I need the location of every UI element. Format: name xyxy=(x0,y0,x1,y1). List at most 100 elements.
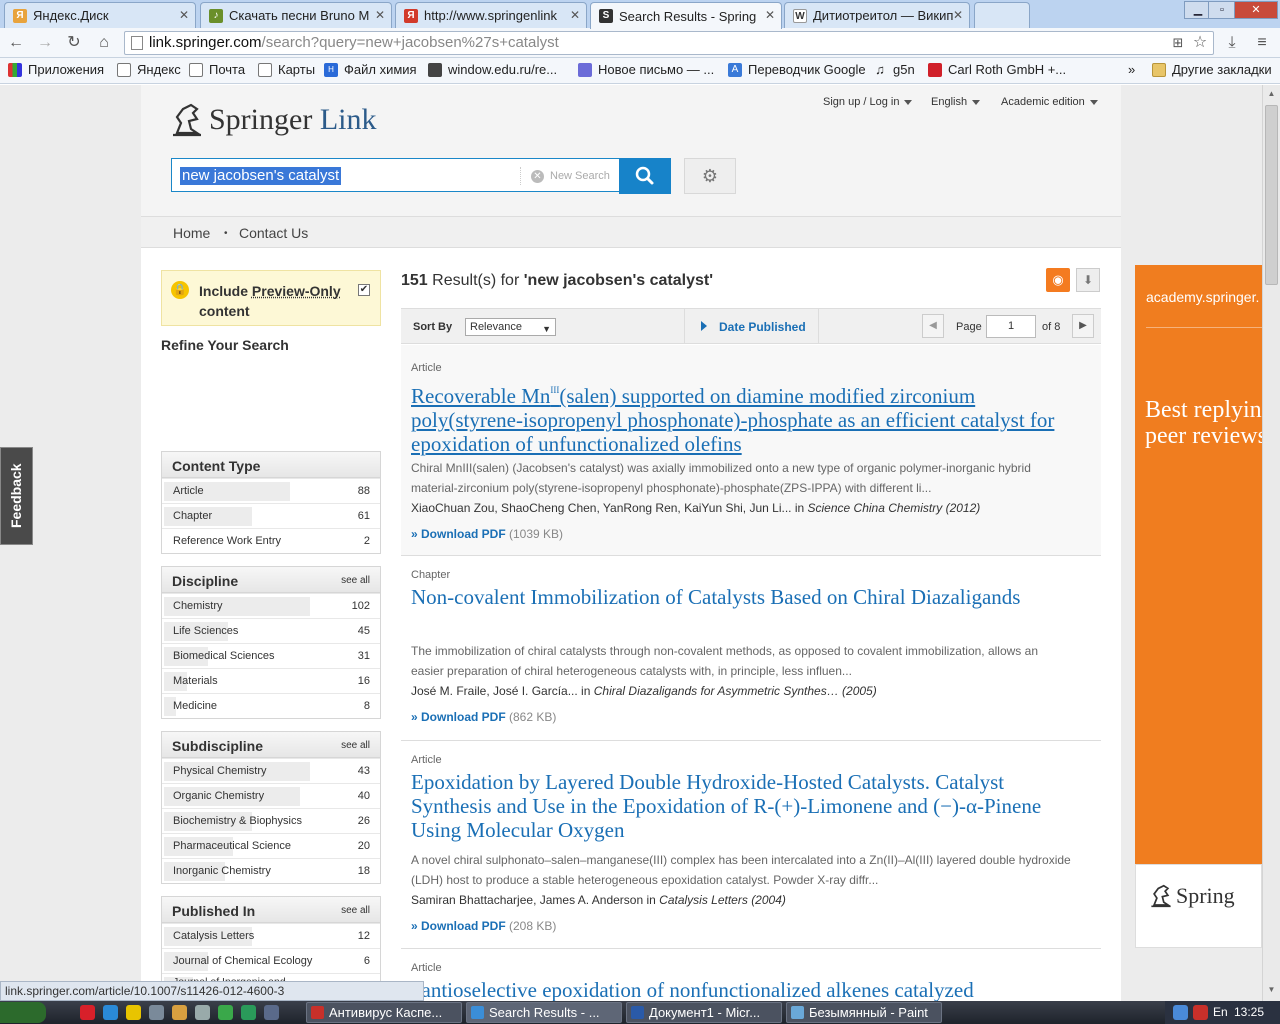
bookmark-mail[interactable]: Почта xyxy=(189,62,245,77)
sort-select[interactable]: Relevance ▼ xyxy=(465,318,556,336)
star-icon[interactable]: ☆ xyxy=(1190,33,1210,53)
see-all-link[interactable]: see all xyxy=(341,575,370,586)
home-icon[interactable]: ⌂ xyxy=(94,33,114,53)
result-title-link[interactable]: Non-covalent Immobilization of Catalysts… xyxy=(411,585,1071,609)
tab-yandex-disk[interactable]: Я Яндекс.Диск ✕ xyxy=(4,2,196,28)
bookmarks-overflow-button[interactable]: » xyxy=(1128,62,1135,77)
facet-option[interactable]: Medicine 8 xyxy=(162,693,380,718)
facet-option[interactable]: Organic Chemistry 40 xyxy=(162,783,380,808)
menu-icon[interactable]: ≡ xyxy=(1252,33,1272,53)
taskbar-item-kaspersky[interactable]: Антивирус Каспе... xyxy=(306,1002,462,1023)
result-title-link[interactable]: nantioselective epoxidation of nonfuncti… xyxy=(411,978,1091,1001)
bookmark-google-translate[interactable]: A Переводчик Google xyxy=(728,62,866,77)
page-scrollbar[interactable]: ▲ ▼ xyxy=(1262,85,1280,1001)
translate-icon[interactable]: ⊞ xyxy=(1168,33,1188,53)
download-pdf-link[interactable]: » Download PDF (208 KB) xyxy=(411,919,556,933)
opera-icon[interactable] xyxy=(80,1005,95,1020)
date-published-toggle[interactable]: Date Published xyxy=(684,309,819,343)
close-icon[interactable]: ✕ xyxy=(375,8,385,22)
springer-link-logo[interactable]: Springer Link xyxy=(171,103,377,137)
nav-contact-us[interactable]: Contact Us xyxy=(239,225,308,241)
quick-launch-icon[interactable] xyxy=(195,1005,210,1020)
nav-home[interactable]: Home xyxy=(173,225,210,241)
see-all-link[interactable]: see all xyxy=(341,740,370,751)
edition-dropdown[interactable]: Academic edition xyxy=(1001,96,1098,108)
preview-only-checkbox[interactable]: ✔ xyxy=(358,284,370,296)
facet-option[interactable]: Chapter 61 xyxy=(162,503,380,528)
antivirus-tray-icon[interactable] xyxy=(1193,1005,1208,1020)
close-icon[interactable]: ✕ xyxy=(570,8,580,22)
scroll-up-icon[interactable]: ▲ xyxy=(1265,87,1278,101)
address-bar[interactable]: link.springer.com/search?query=new+jacob… xyxy=(124,31,1214,55)
other-bookmarks[interactable]: Другие закладки xyxy=(1152,62,1272,77)
close-icon[interactable]: ✕ xyxy=(765,8,775,22)
bookmark-g5n[interactable]: ♫ g5n xyxy=(873,62,915,77)
new-search-button[interactable]: ✕ New Search xyxy=(520,167,610,185)
tab-springerlink-url[interactable]: Я http://www.springenlink ✕ xyxy=(395,2,587,28)
scroll-down-icon[interactable]: ▼ xyxy=(1265,983,1278,997)
facet-option[interactable]: Reference Work Entry 2 xyxy=(162,528,380,553)
advertisement-footer[interactable]: Spring xyxy=(1135,864,1262,948)
facet-option[interactable]: Article 88 xyxy=(162,478,380,503)
network-icon[interactable] xyxy=(1173,1005,1188,1020)
bookmark-maps[interactable]: Карты xyxy=(258,62,315,77)
authors-list[interactable]: José M. Fraile, José I. García... in xyxy=(411,684,590,698)
taskbar-item-paint[interactable]: Безымянный - Paint xyxy=(786,1002,942,1023)
facet-option[interactable]: Catalysis Letters 12 xyxy=(162,923,380,948)
download-pdf-link[interactable]: » Download PDF (862 KB) xyxy=(411,710,556,724)
advertisement-banner[interactable]: academy.springer. Best replyin to peer r… xyxy=(1135,265,1262,864)
search-input[interactable]: new jacobsen's catalyst xyxy=(180,167,342,185)
taskbar-item-chrome[interactable]: Search Results - ... xyxy=(466,1002,622,1023)
clock[interactable]: 13:25 xyxy=(1234,1005,1264,1019)
facet-option[interactable]: Physical Chemistry 43 xyxy=(162,758,380,783)
result-title-link[interactable]: Recoverable MnIII(salen) supported on di… xyxy=(411,378,1071,456)
tab-wikipedia[interactable]: W Дитиотреитол — Викип ✕ xyxy=(784,2,970,28)
bookmark-new-letter[interactable]: Новое письмо — ... xyxy=(578,62,714,77)
close-icon[interactable]: ✕ xyxy=(179,8,189,22)
facet-option[interactable]: Chemistry 102 xyxy=(162,593,380,618)
quick-launch-icon[interactable] xyxy=(241,1005,256,1020)
start-button[interactable] xyxy=(0,1002,46,1023)
result-title-link[interactable]: Epoxidation by Layered Double Hydroxide-… xyxy=(411,770,1071,842)
download-pdf-link[interactable]: » Download PDF (1039 KB) xyxy=(411,527,563,541)
language-indicator[interactable]: En xyxy=(1213,1005,1228,1019)
window-close-icon[interactable]: ✕ xyxy=(1234,1,1278,19)
tab-search-results[interactable]: S Search Results - Spring ✕ xyxy=(590,2,782,29)
reload-icon[interactable]: ↻ xyxy=(64,33,84,53)
language-dropdown[interactable]: English xyxy=(931,96,981,108)
quick-launch-icon[interactable] xyxy=(149,1005,164,1020)
quick-launch-icon[interactable] xyxy=(126,1005,141,1020)
result-source[interactable]: Catalysis Letters (2004) xyxy=(659,893,786,907)
search-button[interactable] xyxy=(619,158,671,194)
tab-music[interactable]: ♪ Скачать песни Bruno M ✕ xyxy=(200,2,392,28)
download-icon[interactable]: ⤓ xyxy=(1222,33,1242,53)
feedback-button[interactable]: Feedback xyxy=(0,447,33,545)
facet-option[interactable]: Pharmaceutical Science 20 xyxy=(162,833,380,858)
quick-launch-icon[interactable] xyxy=(172,1005,187,1020)
signup-login-link[interactable]: Sign up / Log in xyxy=(823,96,913,108)
authors-list[interactable]: Samiran Bhattacharjee, James A. Anderson… xyxy=(411,893,656,907)
facet-option[interactable]: Life Sciences 45 xyxy=(162,618,380,643)
download-results-button[interactable]: ⬇ xyxy=(1076,268,1100,292)
taskbar-item-word[interactable]: Документ1 - Micr... xyxy=(626,1002,782,1023)
next-page-button[interactable]: ▶ xyxy=(1072,314,1094,338)
bookmark-yandex[interactable]: Яндекс xyxy=(117,62,181,77)
see-all-link[interactable]: see all xyxy=(341,905,370,916)
facet-option[interactable]: Biochemistry & Biophysics 26 xyxy=(162,808,380,833)
skype-icon[interactable] xyxy=(103,1005,118,1020)
new-tab-button[interactable] xyxy=(974,2,1030,28)
search-settings-button[interactable]: ⚙ xyxy=(684,158,736,194)
authors-list[interactable]: XiaoChuan Zou, ShaoCheng Chen, YanRong R… xyxy=(411,501,804,515)
close-icon[interactable]: ✕ xyxy=(953,8,963,22)
forward-icon[interactable]: → xyxy=(35,33,55,53)
preview-only-link[interactable]: Preview-Only xyxy=(252,283,341,299)
bookmark-chemistry-file[interactable]: H Файл химия xyxy=(324,62,417,77)
maximize-icon[interactable]: ▫ xyxy=(1208,1,1236,19)
facet-option[interactable]: Biomedical Sciences 31 xyxy=(162,643,380,668)
scroll-thumb[interactable] xyxy=(1265,105,1278,285)
back-icon[interactable]: ← xyxy=(6,33,26,53)
facet-option[interactable]: Inorganic Chemistry 18 xyxy=(162,858,380,883)
chrome-icon[interactable] xyxy=(218,1005,233,1020)
result-source[interactable]: Science China Chemistry (2012) xyxy=(808,501,981,515)
bookmark-window-edu[interactable]: window.edu.ru/re... xyxy=(428,62,557,77)
